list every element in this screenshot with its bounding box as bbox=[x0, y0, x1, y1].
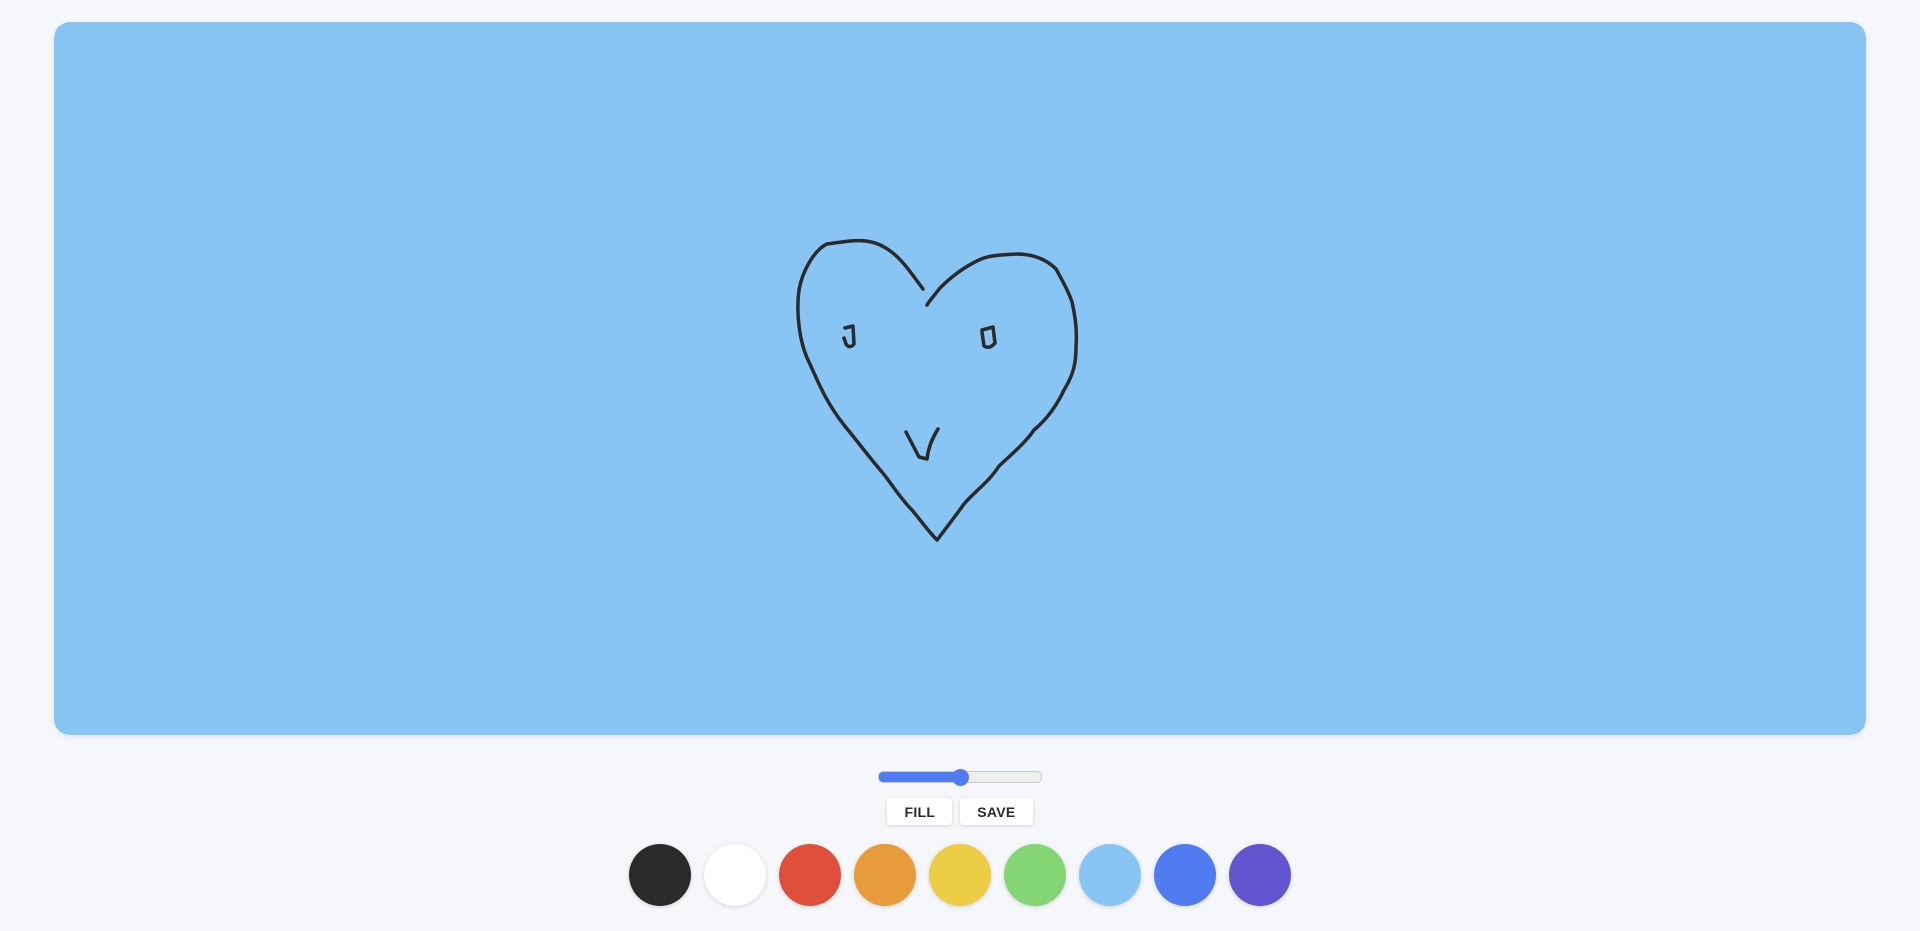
canvas-background bbox=[54, 22, 1866, 735]
save-button[interactable]: SAVE bbox=[960, 798, 1033, 825]
color-swatch-light-blue[interactable] bbox=[1079, 844, 1141, 906]
drawing-canvas[interactable] bbox=[54, 22, 1866, 735]
brush-size-row bbox=[878, 760, 1042, 794]
color-swatch-orange[interactable] bbox=[854, 844, 916, 906]
action-buttons: FILL SAVE bbox=[887, 798, 1033, 825]
fill-button[interactable]: FILL bbox=[887, 798, 953, 825]
color-swatch-black[interactable] bbox=[629, 844, 691, 906]
color-swatch-purple[interactable] bbox=[1229, 844, 1291, 906]
color-palette bbox=[629, 844, 1291, 906]
color-swatch-blue[interactable] bbox=[1154, 844, 1216, 906]
color-swatch-green[interactable] bbox=[1004, 844, 1066, 906]
controls-panel: FILL SAVE bbox=[0, 760, 1920, 906]
brush-size-slider[interactable] bbox=[878, 771, 1042, 783]
color-swatch-red[interactable] bbox=[779, 844, 841, 906]
color-swatch-yellow[interactable] bbox=[929, 844, 991, 906]
color-swatch-white[interactable] bbox=[704, 844, 766, 906]
canvas-drawing[interactable] bbox=[54, 22, 1866, 735]
